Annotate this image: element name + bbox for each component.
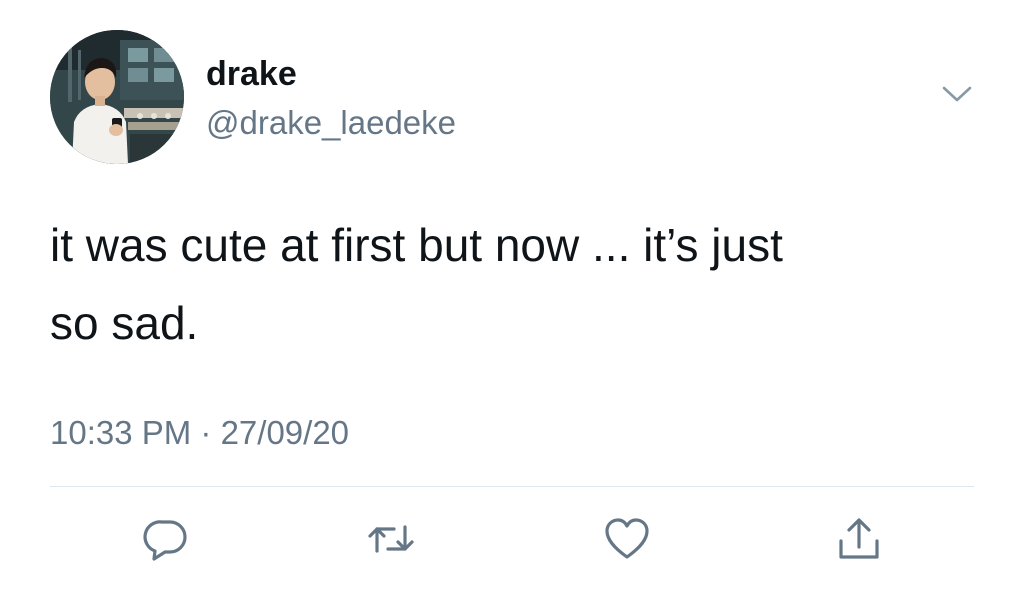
- like-button[interactable]: [602, 516, 652, 562]
- tweet-text-line: so sad.: [50, 297, 199, 349]
- retweet-icon: [368, 525, 414, 553]
- reply-button[interactable]: [141, 516, 191, 562]
- reply-icon: [143, 520, 187, 561]
- tweet-card: drake @drake_laedeke it was cute at firs…: [0, 0, 1024, 596]
- divider: [50, 486, 974, 487]
- avatar[interactable]: [50, 30, 184, 164]
- display-name[interactable]: drake: [206, 54, 297, 94]
- share-button[interactable]: [834, 516, 884, 562]
- tweet-text-line: it was cute at first but now ... it’s ju…: [50, 219, 783, 271]
- tweet-timestamp[interactable]: 10:33 PM · 27/09/20: [50, 413, 349, 453]
- share-icon: [839, 518, 879, 559]
- user-handle[interactable]: @drake_laedeke: [206, 103, 456, 143]
- tweet-text: it was cute at first but now ... it’s ju…: [50, 206, 950, 362]
- chevron-down-icon[interactable]: [940, 82, 974, 106]
- heart-icon: [605, 518, 649, 559]
- avatar-image: [50, 30, 184, 164]
- retweet-button[interactable]: [366, 516, 416, 562]
